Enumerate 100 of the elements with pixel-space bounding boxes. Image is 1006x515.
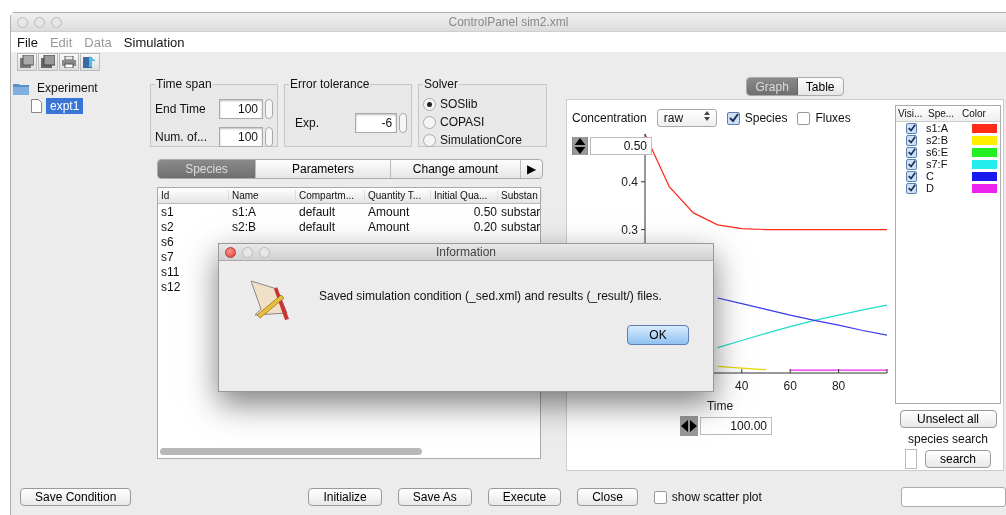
tree-item[interactable]: expt1 (46, 98, 84, 114)
field-label: Concentration (572, 111, 647, 125)
action-button[interactable]: Close (577, 488, 638, 506)
column-header[interactable]: Quantity T... (365, 190, 431, 201)
unselect-all-button[interactable]: Unselect all (899, 410, 997, 428)
column-header[interactable]: Id (158, 190, 229, 201)
checkbox[interactable] (906, 170, 917, 182)
checkbox[interactable] (906, 158, 917, 170)
folders-icon (41, 55, 55, 68)
table-cell-text: 0.20 (472, 219, 498, 234)
scroll-tabs-button[interactable]: ▶ (521, 160, 542, 178)
table-cell-text: s6 (160, 234, 175, 249)
mode-dropdown[interactable]: raw (656, 109, 717, 127)
radio-label: SimulationCore (440, 133, 523, 147)
radio-button[interactable] (423, 133, 436, 147)
tick-label: 60 (783, 379, 797, 393)
checkbox[interactable] (797, 111, 811, 125)
field-label: Num. of... (155, 130, 208, 144)
folder-icon (13, 81, 29, 95)
table-cell-text: s2 (160, 219, 175, 234)
number-field[interactable]: 100 (219, 99, 263, 119)
table-cell-text: s1:A (926, 122, 949, 134)
window-title: Information (436, 245, 496, 259)
updown-icon (703, 111, 710, 121)
table-cell-text: D (926, 182, 935, 194)
action-button[interactable]: Initialize (308, 488, 382, 506)
ok-button[interactable]: OK (627, 325, 689, 345)
tab[interactable]: Parameters (256, 160, 391, 178)
series-line (717, 365, 767, 371)
column-header[interactable]: Initial Qua... (431, 190, 498, 201)
checkbox[interactable] (906, 122, 917, 134)
group-title: Error tolerance (289, 77, 371, 91)
axis-title: Time (706, 399, 734, 410)
table-cell-text: substar (500, 219, 542, 234)
tree-item[interactable]: Experiment (33, 80, 102, 96)
toolbar-button[interactable] (59, 52, 79, 71)
column-header[interactable]: Compartm... (296, 190, 365, 201)
tab[interactable]: Change amount (391, 160, 521, 178)
spinner-arrows-icon[interactable] (572, 137, 588, 155)
table-cell-text: Amount (367, 204, 411, 219)
column-header[interactable]: Visi... (896, 108, 926, 119)
menu-item[interactable]: File (17, 34, 38, 50)
search-field[interactable] (905, 449, 917, 469)
table-cell-text: s7:F (926, 158, 949, 170)
spinner-arrows-icon[interactable] (680, 416, 698, 436)
window-title: ControlPanel sim2.xml (448, 15, 569, 29)
table-cell-text: default (298, 219, 337, 234)
column-header[interactable]: Color (960, 108, 1000, 119)
horizontal-scrollbar[interactable] (160, 448, 422, 455)
action-button[interactable]: Save As (397, 488, 472, 506)
column-header[interactable]: Name (229, 190, 296, 201)
tick-label: 40 (735, 379, 749, 393)
checkbox-label: show scatter plot (671, 490, 762, 504)
table-cell-text: s12 (160, 279, 182, 294)
action-button[interactable]: Execute (487, 488, 562, 506)
number-field[interactable]: -6 (354, 113, 398, 133)
radio-button[interactable] (423, 115, 436, 129)
table-cell-text: substar (500, 204, 542, 219)
text-field[interactable] (901, 487, 1006, 507)
checkbox[interactable] (906, 146, 917, 158)
number-field[interactable]: 100 (219, 127, 263, 147)
column-header[interactable]: Spe... (926, 108, 960, 119)
table-cell-text: s1 (160, 204, 175, 219)
field-label: End Time (155, 102, 207, 116)
checkbox[interactable] (906, 182, 917, 194)
table-cell-text: s7 (160, 249, 175, 264)
close-button[interactable] (225, 246, 236, 258)
document-icon (31, 99, 42, 113)
folders-icon (20, 55, 34, 68)
checkbox[interactable] (653, 490, 667, 504)
x-max-field[interactable]: 100.00 (700, 417, 772, 435)
radio-label: SOSlib (440, 97, 478, 111)
checkbox[interactable] (906, 134, 917, 146)
checkbox-label: Fluxes (815, 111, 851, 125)
tick-label: 0.4 (621, 174, 638, 189)
printer-icon (62, 55, 76, 68)
tab[interactable]: Table (797, 78, 843, 95)
toolbar-button[interactable] (17, 52, 37, 71)
radio-label: COPASI (440, 115, 485, 129)
search-button[interactable]: search (925, 450, 991, 468)
checkbox[interactable] (726, 111, 740, 125)
menu-item[interactable]: Simulation (123, 34, 185, 50)
column-header[interactable]: Substan (498, 190, 542, 201)
action-button[interactable]: Save Condition (20, 488, 132, 506)
toolbar-button[interactable] (80, 52, 100, 71)
table-cell-text: s2:B (926, 134, 949, 146)
table-cell-text: C (926, 170, 935, 182)
table-cell-text: Amount (367, 219, 411, 234)
table-cell-text: s2:B (231, 219, 257, 234)
tick-label: 0.3 (621, 222, 638, 237)
dialog-message: Saved simulation condition (_sed.xml) and results (_result/) files. (319, 288, 663, 303)
group-title: Time span (155, 77, 213, 91)
table-cell-text: s11 (160, 264, 181, 279)
search-label: species search (907, 432, 988, 446)
y-max-field[interactable]: 0.50 (590, 137, 652, 155)
table-cell-text: default (298, 204, 337, 219)
toolbar-button[interactable] (38, 52, 58, 71)
field-label: Exp. (294, 116, 320, 130)
radio-button[interactable] (423, 97, 436, 111)
table-cell-text: s1:A (231, 204, 257, 219)
